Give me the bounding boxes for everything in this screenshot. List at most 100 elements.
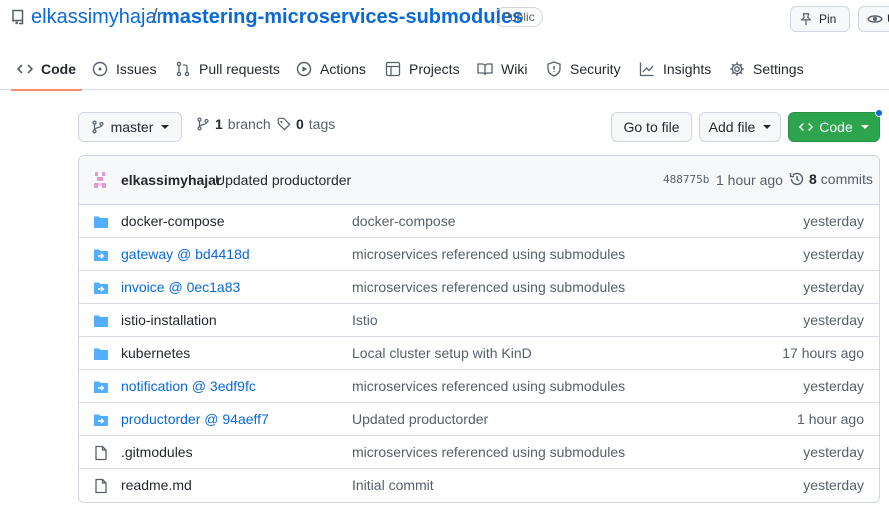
graph-icon: [639, 62, 654, 77]
code-icon: [17, 64, 33, 74]
file-submodule-icon: [94, 381, 108, 393]
tab-label: Projects: [409, 61, 460, 77]
file-commit-time: yesterday: [803, 312, 864, 328]
file-row: docker-compose docker-compose yesterday: [79, 205, 879, 238]
branches-link[interactable]: 1 branch: [196, 116, 271, 132]
tags-link[interactable]: 0 tags: [277, 116, 335, 132]
code-button-label: Code: [819, 119, 853, 135]
branch-count: 1: [215, 116, 223, 132]
file-name-link[interactable]: docker-compose: [121, 213, 225, 229]
file-name-link[interactable]: productorder @ 94aeff7: [121, 411, 269, 427]
file-commit-time: yesterday: [803, 477, 864, 493]
file-name-link[interactable]: readme.md: [121, 477, 192, 493]
add-file-label: Add file: [708, 119, 756, 135]
commits-history-link[interactable]: 8 commits: [789, 171, 873, 187]
git-pull-request-icon: [176, 61, 190, 77]
tab-label: Security: [570, 61, 621, 77]
tab-settings[interactable]: Settings: [729, 48, 804, 90]
file-commit-message-link[interactable]: microservices referenced using submodule…: [352, 444, 625, 460]
branch-name: master: [110, 119, 154, 135]
tab-pull-requests[interactable]: Pull requests: [175, 48, 280, 90]
file-name-link[interactable]: invoice @ 0ec1a83: [121, 279, 240, 295]
file-commit-message-link[interactable]: Istio: [352, 312, 378, 328]
path-separator: /: [152, 6, 158, 28]
repo-owner-link[interactable]: elkassimyhajar: [31, 6, 163, 29]
file-commit-time: 1 hour ago: [797, 411, 864, 427]
file-commit-time: yesterday: [803, 213, 864, 229]
file-row: kubernetes Local cluster setup with KinD 1…: [79, 337, 879, 370]
file-name-link[interactable]: kubernetes: [121, 345, 190, 361]
go-to-file-button[interactable]: Go to file: [611, 112, 692, 142]
file-row: gateway @ bd4418d microservices reference…: [79, 238, 879, 271]
file-commit-time: yesterday: [803, 246, 864, 262]
tab-actions[interactable]: Actions: [296, 48, 366, 90]
tab-label: Wiki: [501, 61, 528, 77]
commit-author-link[interactable]: elkassimyhajar: [121, 172, 221, 188]
tab-issues[interactable]: Issues: [92, 48, 156, 90]
commit-count: 8: [809, 171, 817, 187]
tab-label: Settings: [753, 61, 804, 77]
commit-count-word: commits: [820, 171, 873, 187]
file-name-link[interactable]: gateway @ bd4418d: [121, 246, 250, 262]
git-branch-icon: [197, 117, 209, 131]
file-icon: [95, 445, 107, 461]
file-commit-time: 17 hours ago: [782, 345, 864, 361]
chevron-down-icon: [860, 125, 869, 129]
file-commit-message-link[interactable]: microservices referenced using submodule…: [352, 378, 625, 394]
notification-dot: [875, 109, 883, 117]
eye-icon: [867, 15, 883, 23]
watch-button[interactable]: U: [858, 6, 889, 32]
go-to-file-label: Go to file: [623, 119, 680, 135]
file-name-link[interactable]: istio-installation: [121, 312, 217, 328]
tab-label: Issues: [116, 61, 157, 77]
repo-tabs: Code Issues Pull requests Actions Projec…: [0, 48, 889, 91]
file-row: istio-installation Istio yesterday: [79, 304, 879, 337]
file-submodule-icon: [94, 249, 108, 261]
file-commit-message-link[interactable]: microservices referenced using submodule…: [352, 279, 625, 295]
pin-button[interactable]: Pin: [790, 6, 850, 32]
file-commit-time: yesterday: [803, 378, 864, 394]
file-commit-message-link[interactable]: Local cluster setup with KinD: [352, 345, 532, 361]
file-commit-message-link[interactable]: microservices referenced using submodule…: [352, 246, 625, 262]
branch-word: branch: [227, 116, 271, 132]
file-row: notification @ 3edf9fc microservices refe…: [79, 370, 879, 403]
tab-code[interactable]: Code: [11, 48, 82, 91]
file-name-link[interactable]: notification @ 3edf9fc: [121, 378, 256, 394]
add-file-button[interactable]: Add file: [699, 112, 781, 142]
file-row: .gitmodules microservices referenced usin…: [79, 436, 879, 469]
issue-opened-icon: [92, 61, 108, 77]
file-commit-message-link[interactable]: docker-compose: [352, 213, 456, 229]
git-branch-icon: [91, 120, 104, 134]
tab-label: Code: [41, 61, 76, 77]
tab-security[interactable]: Security: [546, 48, 621, 90]
tag-word: tags: [308, 116, 336, 132]
gear-icon: [730, 62, 744, 76]
commit-message-link[interactable]: Updated productorder: [215, 172, 351, 188]
tab-projects[interactable]: Projects: [385, 48, 460, 90]
table-icon: [385, 61, 401, 77]
commit-time: 1 hour ago: [716, 172, 783, 188]
file-name-link[interactable]: .gitmodules: [121, 444, 193, 460]
repo-name-link[interactable]: mastering-microservices-submodules: [162, 6, 523, 29]
folder-icon: [94, 216, 108, 228]
pin-icon: [801, 13, 811, 26]
shield-icon: [547, 61, 561, 77]
chevron-down-icon: [161, 125, 170, 129]
folder-icon: [94, 348, 108, 360]
play-icon: [296, 61, 312, 77]
latest-commit-bar: elkassimyhajar Updated productorder 4887…: [79, 156, 879, 205]
file-commit-message-link[interactable]: Updated productorder: [352, 411, 488, 427]
file-row: invoice @ 0ec1a83 microservices reference…: [79, 271, 879, 304]
pin-label: Pin: [819, 12, 837, 26]
code-icon: [799, 123, 814, 131]
tab-label: Pull requests: [199, 61, 280, 77]
branch-select-button[interactable]: master: [78, 112, 182, 142]
commit-sha-link[interactable]: 488775b: [663, 173, 709, 186]
tab-wiki[interactable]: Wiki: [477, 48, 527, 90]
tab-insights[interactable]: Insights: [639, 48, 711, 90]
avatar[interactable]: [93, 171, 107, 189]
code-dropdown-button[interactable]: Code: [788, 112, 880, 142]
file-commit-message-link[interactable]: Initial commit: [352, 477, 434, 493]
visibility-badge: Public: [494, 7, 543, 27]
repo-header: elkassimyhajar / mastering-microservices…: [0, 0, 889, 40]
